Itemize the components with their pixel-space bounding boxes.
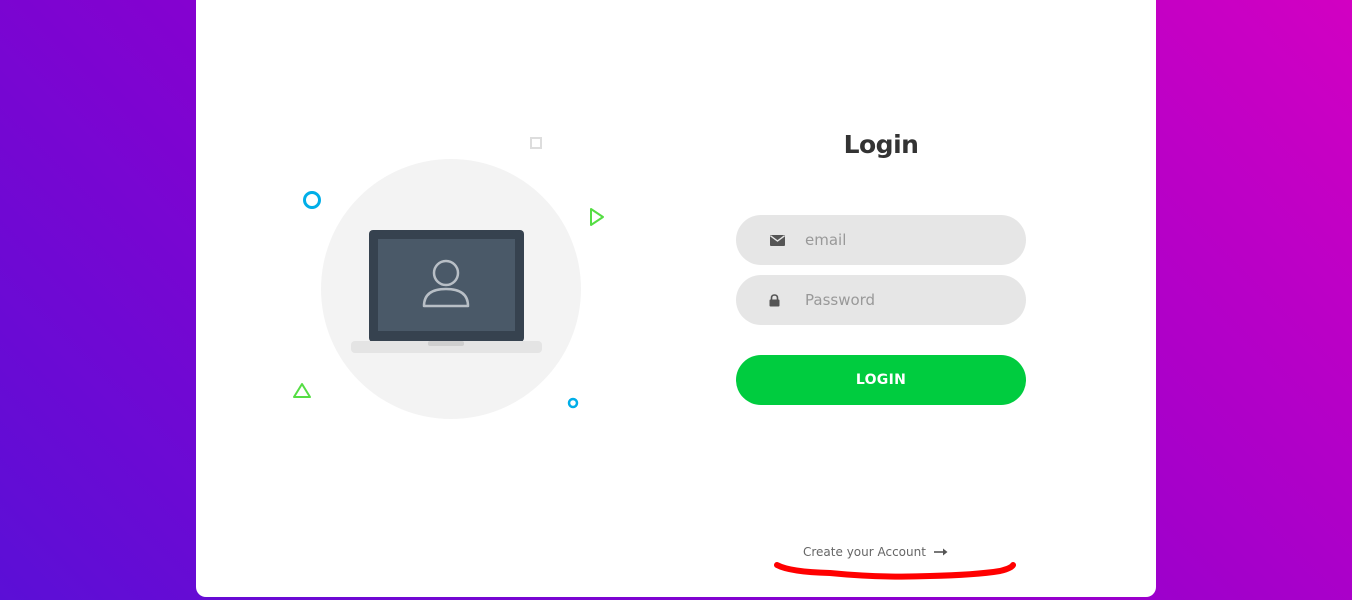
password-field[interactable] [736,275,1026,325]
password-input[interactable] [803,290,1007,310]
lock-icon [766,292,782,308]
create-account-label: Create your Account [803,545,926,559]
create-account-link[interactable]: Create your Account [803,545,948,559]
envelope-icon [769,232,785,248]
arrow-right-icon [933,548,948,556]
login-button[interactable]: LOGIN [736,355,1026,405]
email-input[interactable] [803,230,1007,250]
email-field[interactable] [736,215,1026,265]
login-title: Login [843,130,919,159]
